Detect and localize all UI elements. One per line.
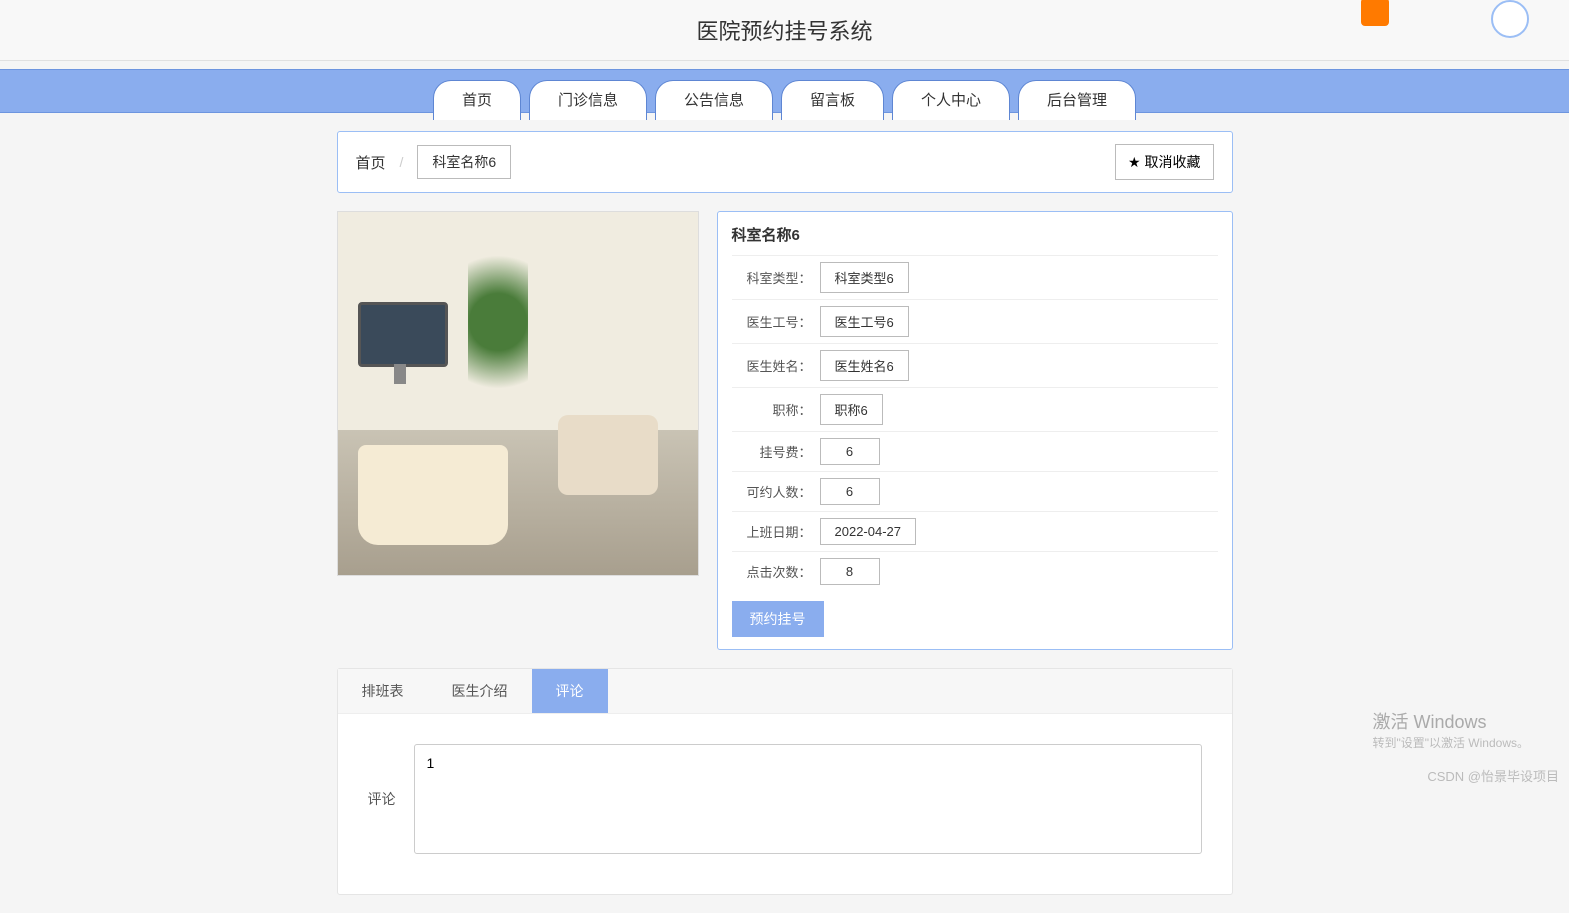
info-label: 职称： bbox=[732, 400, 820, 419]
cancel-favorite-label: 取消收藏 bbox=[1145, 152, 1201, 172]
nav-tab-message[interactable]: 留言板 bbox=[781, 80, 884, 120]
info-row-fee: 挂号费： 6 bbox=[732, 431, 1218, 471]
info-label: 挂号费： bbox=[732, 442, 820, 461]
info-value: 职称6 bbox=[820, 394, 883, 425]
info-label: 点击次数： bbox=[732, 562, 820, 581]
breadcrumb-path: 首页 / 科室名称6 bbox=[356, 145, 512, 179]
nav-tabs: 首页 门诊信息 公告信息 留言板 个人中心 后台管理 bbox=[0, 80, 1569, 120]
tab-doctor-intro[interactable]: 医生介绍 bbox=[428, 669, 532, 713]
breadcrumb-home[interactable]: 首页 bbox=[356, 152, 386, 173]
info-value: 6 bbox=[820, 478, 880, 505]
info-value: 医生工号6 bbox=[820, 306, 909, 337]
info-row-doctor-id: 医生工号： 医生工号6 bbox=[732, 299, 1218, 343]
tab-schedule[interactable]: 排班表 bbox=[338, 669, 428, 713]
breadcrumb-separator: / bbox=[400, 154, 404, 170]
main-nav: 首页 门诊信息 公告信息 留言板 个人中心 后台管理 bbox=[0, 69, 1569, 113]
info-row-type: 科室类型： 科室类型6 bbox=[732, 255, 1218, 299]
info-label: 医生工号： bbox=[732, 312, 820, 331]
windows-activation-watermark: 激活 Windows 转到"设置"以激活 Windows。 bbox=[1372, 708, 1529, 751]
nav-tab-notice[interactable]: 公告信息 bbox=[655, 80, 773, 120]
watermark-title: 激活 Windows bbox=[1372, 708, 1529, 734]
info-row-title: 职称： 职称6 bbox=[732, 387, 1218, 431]
sub-tabs: 排班表 医生介绍 评论 bbox=[338, 669, 1232, 714]
info-row-doctor-name: 医生姓名： 医生姓名6 bbox=[732, 343, 1218, 387]
cancel-favorite-button[interactable]: ★ 取消收藏 bbox=[1115, 144, 1214, 180]
info-value: 8 bbox=[820, 558, 880, 585]
comment-textarea[interactable] bbox=[414, 744, 1202, 854]
main-container: 首页 / 科室名称6 ★ 取消收藏 科室名称6 科室类型： bbox=[337, 131, 1233, 895]
info-value: 2022-04-27 bbox=[820, 518, 917, 545]
breadcrumb: 首页 / 科室名称6 ★ 取消收藏 bbox=[337, 131, 1233, 193]
info-value: 科室类型6 bbox=[820, 262, 909, 293]
sub-tabs-card: 排班表 医生介绍 评论 评论 bbox=[337, 668, 1233, 895]
info-label: 科室类型： bbox=[732, 268, 820, 287]
reserve-button[interactable]: 预约挂号 bbox=[732, 601, 824, 637]
department-image bbox=[337, 211, 699, 576]
user-avatar-icon[interactable] bbox=[1491, 0, 1529, 38]
header-bar: 医院预约挂号系统 bbox=[0, 0, 1569, 61]
info-label: 医生姓名： bbox=[732, 356, 820, 375]
detail-info-card: 科室名称6 科室类型： 科室类型6 医生工号： 医生工号6 医生姓名： 医生姓名… bbox=[717, 211, 1233, 650]
watermark-subtitle: 转到"设置"以激活 Windows。 bbox=[1372, 734, 1529, 751]
info-value: 医生姓名6 bbox=[820, 350, 909, 381]
info-row-date: 上班日期： 2022-04-27 bbox=[732, 511, 1218, 551]
csdn-watermark: CSDN @怡景毕设项目 bbox=[1427, 766, 1559, 785]
info-value: 6 bbox=[820, 438, 880, 465]
nav-tab-personal[interactable]: 个人中心 bbox=[892, 80, 1010, 120]
header-badge-icon bbox=[1361, 0, 1389, 26]
info-label: 可约人数： bbox=[732, 482, 820, 501]
comment-section: 评论 bbox=[338, 714, 1232, 894]
info-table: 科室类型： 科室类型6 医生工号： 医生工号6 医生姓名： 医生姓名6 职称： … bbox=[732, 255, 1218, 591]
star-icon: ★ bbox=[1128, 154, 1141, 171]
breadcrumb-current: 科室名称6 bbox=[417, 145, 511, 179]
nav-tab-admin[interactable]: 后台管理 bbox=[1018, 80, 1136, 120]
page-title: 医院预约挂号系统 bbox=[696, 19, 872, 44]
nav-tab-outpatient[interactable]: 门诊信息 bbox=[529, 80, 647, 120]
detail-section: 科室名称6 科室类型： 科室类型6 医生工号： 医生工号6 医生姓名： 医生姓名… bbox=[337, 211, 1233, 650]
info-row-slots: 可约人数： 6 bbox=[732, 471, 1218, 511]
info-row-clicks: 点击次数： 8 bbox=[732, 551, 1218, 591]
detail-title: 科室名称6 bbox=[732, 224, 1218, 245]
comment-label: 评论 bbox=[368, 789, 396, 809]
nav-tab-home[interactable]: 首页 bbox=[433, 80, 521, 120]
tab-comment[interactable]: 评论 bbox=[532, 669, 608, 713]
info-label: 上班日期： bbox=[732, 522, 820, 541]
